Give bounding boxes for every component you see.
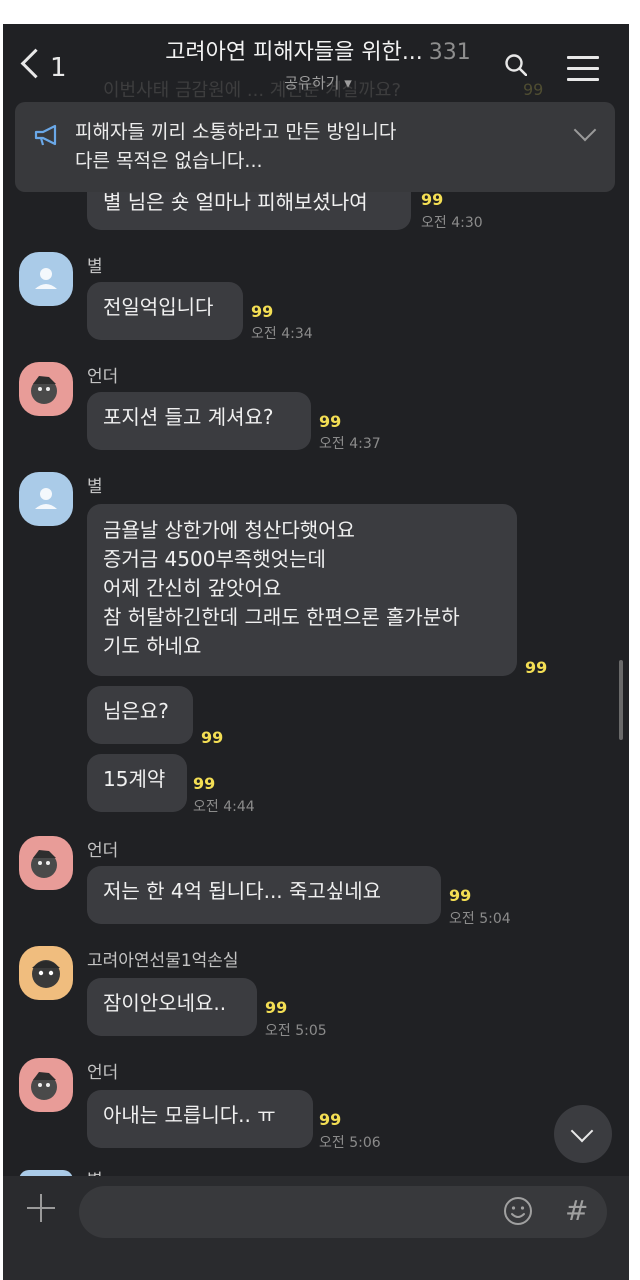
- avatar[interactable]: [19, 362, 73, 416]
- sender-name: 고려아연선물1억손실: [87, 951, 239, 971]
- message-text: 아내는 모릅니다.. ㅠ: [103, 1103, 276, 1127]
- scroll-to-bottom-button[interactable]: [554, 1105, 612, 1163]
- message-text: 저는 한 4억 됩니다... 죽고싶네요: [103, 879, 382, 903]
- character-avatar-icon: [31, 1072, 57, 1100]
- back-count: 1: [50, 53, 67, 83]
- message-line: 기도 하네요: [103, 634, 202, 658]
- avatar[interactable]: [19, 472, 73, 526]
- title-area[interactable]: 고려아연 피해자들을 위한... 331 공유하기 ▾: [143, 34, 493, 93]
- message-bubble[interactable]: 저는 한 4억 됩니다... 죽고싶네요: [87, 866, 441, 924]
- message-bubble[interactable]: 포지션 들고 계셔요?: [87, 392, 311, 450]
- emoji-icon[interactable]: [503, 1196, 533, 1226]
- notice-banner[interactable]: 피해자들 끼리 소통하라고 만든 방입니다 다른 목적은 없습니다...: [15, 102, 615, 192]
- megaphone-icon: [34, 124, 57, 146]
- message-time: 오전 4:37: [319, 436, 381, 452]
- search-icon[interactable]: [505, 54, 527, 76]
- notice-line-2: 다른 목적은 없습니다...: [75, 150, 263, 172]
- hash-icon[interactable]: #: [565, 1194, 588, 1227]
- unread-count: 99: [525, 658, 548, 677]
- message-text: 님은요?: [103, 699, 169, 723]
- message-bubble[interactable]: 15계약: [87, 754, 187, 812]
- chat-title: 고려아연 피해자들을 위한... 331: [143, 34, 493, 66]
- unread-count: 99: [421, 190, 444, 209]
- sender-name: 언더: [87, 1063, 119, 1083]
- scrollbar[interactable]: [619, 660, 623, 740]
- menu-icon[interactable]: [567, 56, 599, 81]
- back-button[interactable]: 1: [20, 48, 67, 83]
- message-time: 오전 5:05: [265, 1023, 327, 1039]
- message-line: 금욜날 상한가에 청산다햇어요: [103, 518, 355, 542]
- character-avatar-icon: [31, 376, 57, 404]
- message-time: 오전 5:04: [449, 911, 511, 927]
- unread-count: 99: [319, 412, 342, 431]
- sender-name: 언더: [87, 841, 119, 861]
- chevron-down-icon: [570, 1119, 594, 1143]
- message-time: 오전 4:34: [251, 326, 313, 342]
- sender-name: 별: [87, 257, 103, 277]
- message-time: 오전 5:06: [319, 1135, 381, 1151]
- character-avatar-icon: [31, 850, 57, 878]
- avatar[interactable]: [19, 1058, 73, 1112]
- default-profile-icon: [35, 268, 57, 289]
- member-count: 331: [428, 40, 471, 65]
- message-time: 오전 4:30: [421, 215, 483, 231]
- avatar[interactable]: [19, 946, 73, 1000]
- message-text: 15계약: [103, 767, 166, 791]
- unread-count: 99: [251, 302, 274, 321]
- message-text: 별 님은 숏 얼마나 피해보셨나여: [103, 190, 368, 214]
- message-time: 오전 4:44: [193, 799, 255, 815]
- message-bubble[interactable]: 님은요?: [87, 686, 193, 744]
- message-bubble[interactable]: 전일억입니다: [87, 282, 243, 340]
- chat-title-text: 고려아연 피해자들을 위한...: [165, 40, 423, 65]
- message-input[interactable]: #: [79, 1186, 607, 1238]
- chevron-down-icon[interactable]: [573, 118, 597, 142]
- message-composer: #: [3, 1176, 629, 1280]
- message-bubble[interactable]: 잠이안오네요..: [87, 978, 257, 1036]
- message-text: 전일억입니다: [103, 295, 214, 319]
- avatar[interactable]: [19, 252, 73, 306]
- sender-name: 언더: [87, 367, 119, 387]
- message-line: 증거금 4500부족햇엇는데: [103, 547, 326, 571]
- default-profile-icon: [35, 488, 57, 509]
- plus-icon[interactable]: [27, 1194, 55, 1222]
- avatar[interactable]: [19, 836, 73, 890]
- message-line: 참 허탈하긴한데 그래도 한편으론 홀가분하: [103, 605, 460, 629]
- unread-count: 99: [193, 774, 216, 793]
- message-line: 어제 간신히 갚앗어요: [103, 576, 282, 600]
- character-avatar-icon: [32, 960, 60, 988]
- share-button[interactable]: 공유하기 ▾: [143, 72, 493, 93]
- chat-screen: 이번사태 금감원에 ... 계신분 계실까요? 99 1 고려아연 피해자들을 …: [3, 24, 629, 1280]
- unread-count: 99: [265, 998, 288, 1017]
- unread-count: 99: [449, 886, 472, 905]
- message-text: 잠이안오네요..: [103, 991, 227, 1015]
- sender-name: 별: [87, 477, 103, 497]
- unread-count: 99: [319, 1110, 342, 1129]
- message-bubble[interactable]: 아내는 모릅니다.. ㅠ: [87, 1090, 313, 1148]
- message-text: 포지션 들고 계셔요?: [103, 405, 274, 429]
- notice-line-1: 피해자들 끼리 소통하라고 만든 방입니다: [75, 121, 397, 143]
- back-chevron-icon: [20, 48, 51, 79]
- unread-count: 99: [201, 728, 224, 747]
- message-bubble[interactable]: 금욜날 상한가에 청산다햇어요 증거금 4500부족햇엇는데 어제 간신히 갚앗…: [87, 504, 517, 676]
